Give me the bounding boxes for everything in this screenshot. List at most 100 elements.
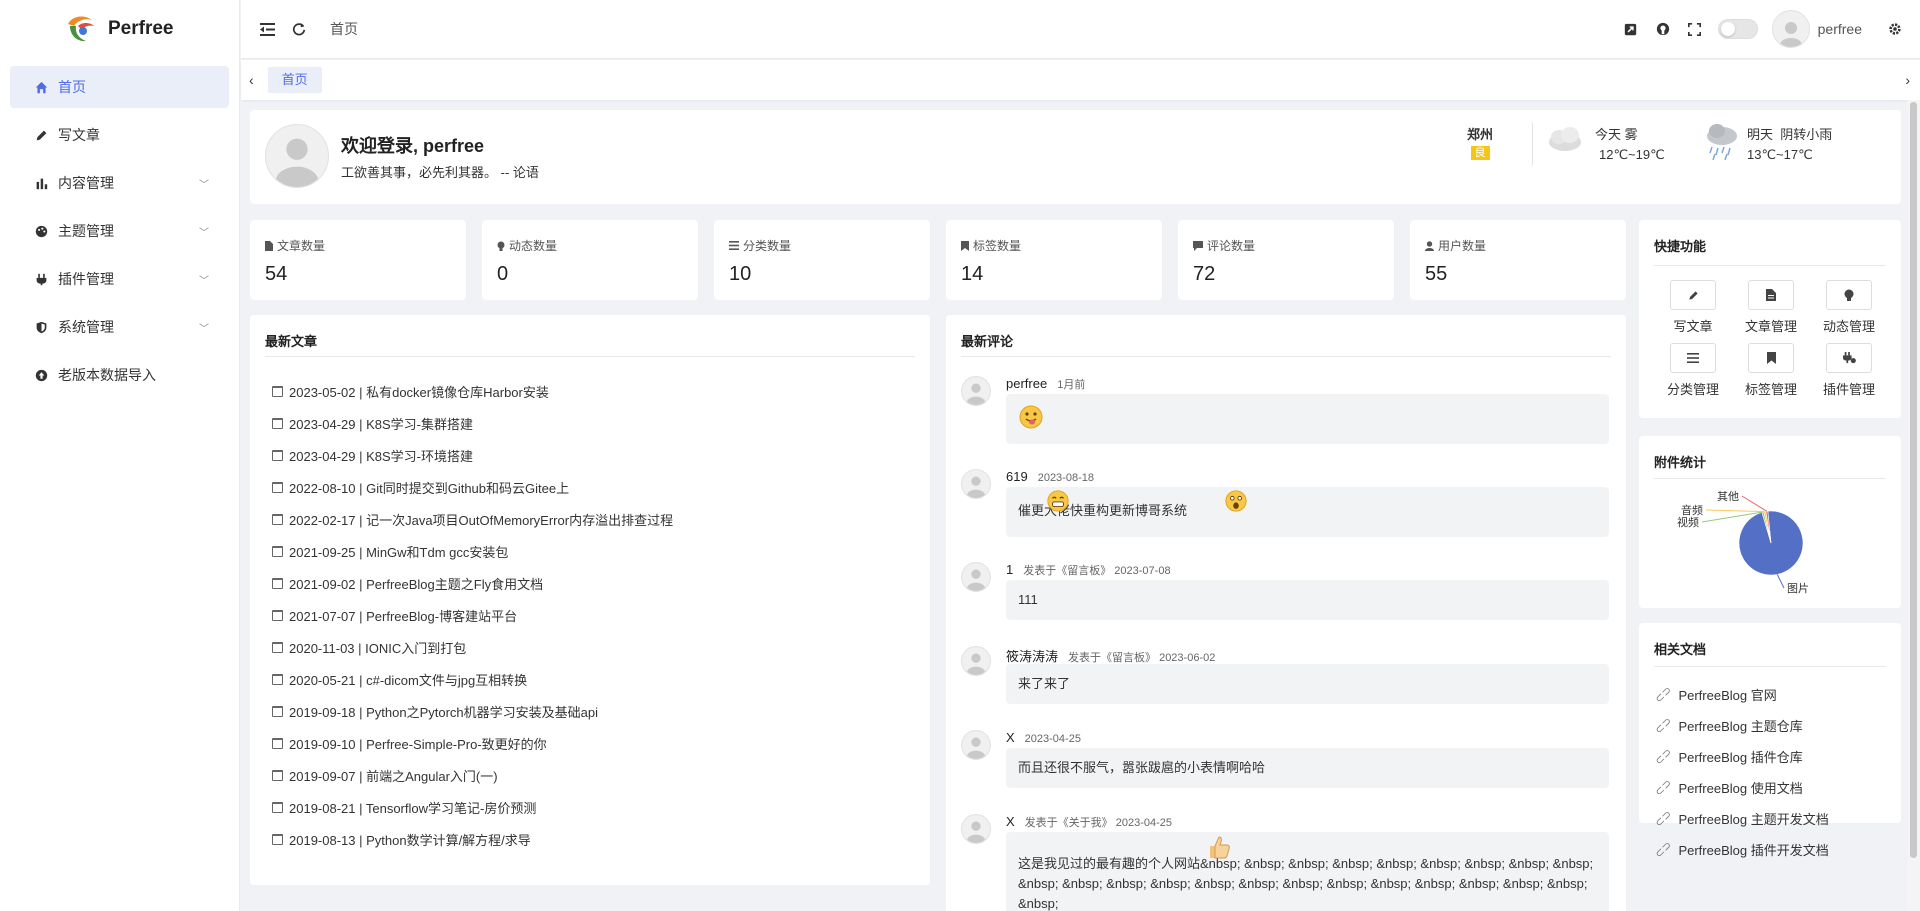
list-item[interactable]: 2023-04-29 | K8S学习-集群搭建 bbox=[272, 407, 673, 439]
tabs-scroll-right-icon[interactable]: › bbox=[1905, 72, 1910, 88]
article-link[interactable]: 2022-08-10 | Git同时提交到Github和码云Gitee上 bbox=[289, 478, 569, 497]
list-item[interactable]: 2019-09-18 | Python之Pytorch机器学习安装及基础api bbox=[272, 695, 673, 727]
avatar bbox=[265, 124, 329, 188]
external-link-icon[interactable] bbox=[1622, 20, 1640, 38]
fullscreen-icon[interactable] bbox=[1686, 20, 1704, 38]
stat-card-categories[interactable]: 分类数量 10 bbox=[714, 220, 930, 300]
divider bbox=[961, 356, 1611, 357]
sidebar-item-system[interactable]: 系统管理 ﹀ bbox=[10, 306, 229, 348]
list-icon bbox=[729, 241, 739, 250]
breadcrumb[interactable]: 首页 bbox=[330, 19, 358, 39]
list-item[interactable]: 2021-07-07 | PerfreeBlog-博客建站平台 bbox=[272, 599, 673, 631]
stat-card-moments[interactable]: 动态数量 0 bbox=[482, 220, 698, 300]
article-link[interactable]: 2023-05-02 | 私有docker镜像仓库Harbor安装 bbox=[289, 382, 549, 401]
sidebar-item-label: 内容管理 bbox=[58, 175, 114, 191]
sidebar-item-write[interactable]: 写文章 bbox=[10, 114, 229, 156]
list-item[interactable]: 2021-09-02 | PerfreeBlog主题之Fly食用文档 bbox=[272, 567, 673, 599]
panel-title: 最新文章 bbox=[265, 334, 318, 349]
comment-author[interactable]: 619 bbox=[1006, 469, 1028, 484]
list-item[interactable]: 2019-09-07 | 前端之Angular入门(一) bbox=[272, 759, 673, 791]
quick-article-manage[interactable]: 文章管理 bbox=[1732, 280, 1810, 335]
article-link[interactable]: 2019-08-21 | Tensorflow学习笔记-房价预测 bbox=[289, 798, 536, 817]
scrollbar-thumb[interactable] bbox=[1910, 102, 1917, 858]
link-icon: ⊂⊃ bbox=[1652, 777, 1675, 799]
list-item[interactable]: 2020-11-03 | IONIC入门到打包 bbox=[272, 631, 673, 663]
tab-home[interactable]: 首页 bbox=[267, 67, 322, 93]
panel-title: 最新评论 bbox=[961, 334, 1014, 349]
list-item[interactable]: 2019-09-10 | Perfree-Simple-Pro-致更好的你 bbox=[272, 727, 673, 759]
pencil-icon bbox=[34, 128, 48, 142]
sidebar-item-content[interactable]: 内容管理 ﹀ bbox=[10, 162, 229, 204]
article-link[interactable]: 2019-09-10 | Perfree-Simple-Pro-致更好的你 bbox=[289, 734, 547, 753]
article-link[interactable]: 2019-08-13 | Python数学计算/解方程/求导 bbox=[289, 830, 531, 849]
list-item[interactable]: 2023-05-02 | 私有docker镜像仓库Harbor安装 bbox=[272, 375, 673, 407]
stat-card-tags[interactable]: 标签数量 14 bbox=[946, 220, 1162, 300]
github-icon[interactable] bbox=[1654, 20, 1672, 38]
list-item[interactable]: 2019-08-13 | Python数学计算/解方程/求导 bbox=[272, 823, 673, 855]
article-link[interactable]: 2019-09-18 | Python之Pytorch机器学习安装及基础api bbox=[289, 702, 598, 721]
doc-link[interactable]: ⊂⊃ PerfreeBlog 插件仓库 bbox=[1653, 741, 1829, 772]
rain-icon bbox=[1707, 124, 1737, 161]
list-item[interactable]: 2022-02-17 | 记一次Java项目OutOfMemoryError内存… bbox=[272, 503, 673, 535]
tomorrow-temp: 13℃~17℃ bbox=[1747, 147, 1813, 162]
stat-value: 10 bbox=[729, 263, 752, 285]
refresh-icon[interactable] bbox=[290, 20, 308, 38]
stat-card-comments[interactable]: 评论数量 72 bbox=[1178, 220, 1394, 300]
latest-articles-card: 最新文章 2023-05-02 | 私有docker镜像仓库Harbor安装 2… bbox=[250, 315, 930, 885]
doc-link[interactable]: ⊂⊃ PerfreeBlog 使用文档 bbox=[1652, 772, 1829, 803]
dark-mode-toggle[interactable] bbox=[1717, 19, 1758, 39]
list-item[interactable]: 2022-08-10 | Git同时提交到Github和码云Gitee上 bbox=[272, 471, 673, 503]
article-link[interactable]: 2022-02-17 | 记一次Java项目OutOfMemoryError内存… bbox=[289, 510, 673, 529]
comment-author[interactable]: X bbox=[1006, 814, 1015, 829]
list-item[interactable]: 2020-05-21 | c#-dicom文件与jpg互相转换 bbox=[272, 663, 673, 695]
comment-author[interactable]: X bbox=[1006, 730, 1015, 745]
app-logo[interactable]: Perfree bbox=[0, 0, 239, 58]
comment-author[interactable]: 筱涛涛涛 bbox=[1006, 646, 1058, 665]
quick-tag-manage[interactable]: 标签管理 bbox=[1732, 343, 1810, 398]
main-scrollbar[interactable] bbox=[1907, 100, 1920, 911]
article-link[interactable]: 2020-05-21 | c#-dicom文件与jpg互相转换 bbox=[289, 670, 527, 689]
article-link[interactable]: 2020-11-03 | IONIC入门到打包 bbox=[289, 638, 466, 657]
stat-card-users[interactable]: 用户数量 55 bbox=[1410, 220, 1626, 300]
stat-label: 动态数量 bbox=[509, 239, 558, 253]
list-item[interactable]: 2023-04-29 | K8S学习-环境搭建 bbox=[272, 439, 673, 471]
quick-write-article[interactable]: 写文章 bbox=[1654, 280, 1732, 335]
divider bbox=[1654, 478, 1886, 479]
doc-link[interactable]: ⊂⊃ PerfreeBlog 插件开发文档 bbox=[1653, 834, 1829, 865]
tomorrow-label: 明天 bbox=[1747, 127, 1774, 142]
article-link[interactable]: 2021-07-07 | PerfreeBlog-博客建站平台 bbox=[289, 606, 517, 625]
tabs-scroll-left-icon[interactable]: ‹ bbox=[249, 72, 254, 88]
doc-link[interactable]: ⊂⊃ PerfreeBlog 主题仓库 bbox=[1653, 710, 1829, 741]
sidebar-item-theme[interactable]: 主题管理 ﹀ bbox=[10, 210, 229, 252]
article-link[interactable]: 2023-04-29 | K8S学习-集群搭建 bbox=[289, 414, 473, 433]
quick-plugin-manage[interactable]: 插件管理 bbox=[1810, 343, 1888, 398]
sidebar-item-plugin[interactable]: 插件管理 ﹀ bbox=[10, 258, 229, 300]
pie-label: 音频 bbox=[1681, 503, 1703, 517]
doc-link-label: PerfreeBlog 使用文档 bbox=[1678, 781, 1803, 796]
link-icon: ⊂⊃ bbox=[1652, 808, 1675, 830]
stat-label: 标签数量 bbox=[973, 239, 1022, 253]
collapse-menu-icon[interactable] bbox=[258, 20, 276, 38]
stat-card-articles[interactable]: 文章数量 54 bbox=[250, 220, 466, 300]
user-menu[interactable]: perfree bbox=[1771, 10, 1862, 48]
article-link[interactable]: 2019-09-07 | 前端之Angular入门(一) bbox=[289, 766, 498, 785]
doc-link[interactable]: ⊂⊃ PerfreeBlog 主题开发文档 bbox=[1652, 803, 1829, 834]
doc-link[interactable]: ⊂⊃ PerfreeBlog 官网 bbox=[1653, 679, 1829, 710]
article-link[interactable]: 2021-09-02 | PerfreeBlog主题之Fly食用文档 bbox=[289, 574, 543, 593]
user-icon bbox=[1425, 240, 1434, 251]
comment-author[interactable]: perfree bbox=[1006, 376, 1047, 391]
pie-label-line bbox=[1776, 574, 1785, 589]
quick-category-manage[interactable]: 分类管理 bbox=[1654, 343, 1732, 398]
comment-author[interactable]: 1 bbox=[1006, 562, 1013, 577]
article-link[interactable]: 2021-09-25 | MinGw和Tdm gcc安装包 bbox=[289, 542, 508, 561]
welcome-motto: 工欲善其事，必先利其器。 -- 论语 bbox=[341, 165, 539, 180]
gear-icon[interactable] bbox=[1886, 20, 1904, 38]
sidebar-item-import[interactable]: 老版本数据导入 bbox=[10, 354, 229, 396]
sidebar-item-home[interactable]: 首页 bbox=[10, 66, 229, 108]
calendar-icon bbox=[272, 449, 283, 461]
quick-moments-manage[interactable]: 动态管理 bbox=[1810, 280, 1888, 335]
article-link[interactable]: 2023-04-29 | K8S学习-环境搭建 bbox=[289, 446, 473, 465]
list-icon bbox=[1670, 343, 1716, 373]
list-item[interactable]: 2021-09-25 | MinGw和Tdm gcc安装包 bbox=[272, 535, 673, 567]
list-item[interactable]: 2019-08-21 | Tensorflow学习笔记-房价预测 bbox=[272, 791, 673, 823]
